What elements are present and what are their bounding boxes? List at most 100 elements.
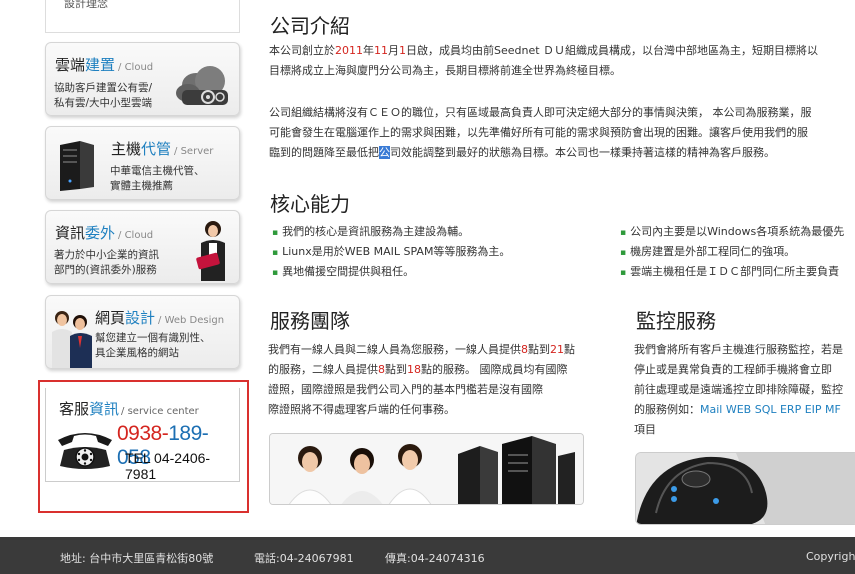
card-desc: 著力於中小企業的資訊 部門的(資訊委外)服務 [54,248,159,278]
text: 點 [564,343,575,356]
footer: 地址: 台中市大里區青松街80號 電話:04-24067981 傳真:04-24… [0,537,855,574]
card-title: 資訊委外 / Cloud [55,222,153,243]
text: 月 [388,44,399,57]
card-title-en: / Server [174,146,214,157]
num: 18 [407,363,421,376]
core-left-item: 異地備援空間提供與租任。 [272,263,414,279]
card-title: 主機代管 / Server [111,138,213,159]
businesswoman-icon [196,221,225,281]
about-p1-line1: 本公司創立於2011年11月1日啟，成員均由前Seednet ＤＵ組織成員構成，… [269,41,818,61]
num-day: 1 [399,44,406,57]
team-line4: 際證照將不得處理客戶端的任何事務。 [268,403,455,416]
sidebar-card-cloud-build[interactable]: 雲端建置 / Cloud 協助客戶建置公有雲/ 私有雲/大中小型雲端 [45,42,240,116]
text: 的服務，二線人員提供 [268,363,378,376]
text: 年 [363,44,374,57]
card-title: 網頁設計 / Web Design [95,307,224,328]
team-photo-graphic [270,434,583,504]
card-desc: 中華電信主機代管、 實體主機推薦 [110,164,205,194]
mouse-photo [635,452,855,525]
footer-fax: 傳真:04-24074316 [385,552,485,565]
footer-address: 地址: 台中市大里區青松街80號 [60,552,214,565]
sidebar-item-design-concept[interactable]: 設計理念 [64,0,108,11]
text: 司效能調整到最好的狀態為目標。本公司也一樣秉持著這樣的精神為客戶服務。 [390,146,775,159]
page: 設計理念 雲端建置/ Cloud 協助客戶建置公有雲/ 私有雲/大中小型雲端 [0,0,855,574]
services-list: Mail WEB SQL ERP EIP MF [700,403,841,416]
card-title-a: 資訊 [55,224,86,242]
card-title-en: / Cloud [118,62,154,73]
monitor-line5: 項目 [634,423,656,436]
card-title: 雲端建置 / Cloud [55,54,153,75]
service-center-box: 客服資訊 / service center 0938-189-058 TEL 04… [45,388,240,482]
selected-text: 公 [379,146,390,159]
card-desc-line2: 實體主機推薦 [110,180,173,192]
core-right-item: 公司內主要是以Windows各項系統為最優先 [620,223,844,239]
team-line1: 我們有一線人員與二線人員為您服務，一線人員提供8點到21點 [268,340,575,360]
core-right-item: 機房建置是外部工程同仁的強項。 [620,243,795,259]
text: 本公司創立於 [269,44,335,57]
text: 點的服務。 國際成員均有國際 [421,363,568,376]
service-title-en: / service center [121,406,199,417]
sidebar-card-web-design[interactable]: 網頁設計 / Web Design 幫您建立一個有識別性、 具企業風格的網站 [45,295,240,369]
card-title-a: 主機 [111,140,142,158]
monitor-heading: 監控服務 [636,309,716,333]
card-desc-line1: 著力於中小企業的資訊 [54,249,159,261]
num: 8 [378,363,385,376]
service-tel[interactable]: TEL 04-2406-7981 [125,450,239,482]
num: 21 [550,343,564,356]
team-heading: 服務團隊 [270,309,350,333]
about-paragraph-1: 本公司創立於2011年11月1日啟，成員均由前Seednet ＤＵ組織成員構成，… [269,41,818,81]
core-right-item: 雲端主機租任是ＩＤＣ部門同仁所主要負責 [620,263,839,279]
card-title-en: / Web Design [158,315,225,326]
service-title: 客服資訊 / service center [59,398,199,419]
monitor-line1: 我們會將所有客戶主機進行服務監控，若是 [634,343,843,356]
text: 日啟，成員均由前Seednet ＤＵ組織成員構成，以台灣中部地區為主，短期目標將… [406,44,819,57]
about-p2-line2: 可能會發生在電腦運作上的需求與困難，以先準備好所有可能的需求與預防會出現的困難。… [269,126,808,139]
team-line3: 證照，國際證照是我們公司入門的基本門檻若是沒有國際 [268,383,543,396]
core-left-item: 我們的核心是資訊服務為主建設為輔。 [272,223,469,239]
about-p2-line3: 臨到的問題降至最低把公司效能調整到最好的狀態為目標。本公司也一樣秉持著這樣的精神… [269,143,812,163]
monitor-line3: 前往處理或是遠端遙控立即排除障礙，監控 [634,383,843,396]
phone-part-a: 0938- [117,422,169,445]
card-title-b: 設計 [125,309,156,327]
card-title-en: / Cloud [118,230,154,241]
card-desc-line1: 幫您建立一個有識別性、 [95,332,211,344]
text: 的服務例如： [634,403,700,416]
team-people-icon [52,311,92,368]
team-paragraph: 我們有一線人員與二線人員為您服務，一線人員提供8點到21點 的服務，二線人員提供… [268,340,575,420]
service-title-a: 客服 [59,400,90,418]
team-line2: 的服務，二線人員提供8點到18點的服務。 國際成員均有國際 [268,360,575,380]
card-desc-line2: 私有雲/大中小型雲端 [54,97,153,109]
text: 點到 [385,363,407,376]
card-title-a: 網頁 [95,309,126,327]
sidebar-card-server-hosting[interactable]: 主機代管 / Server 中華電信主機代管、 實體主機推薦 [45,126,240,200]
about-heading: 公司介紹 [270,14,350,38]
sidebar-card-it-outsourcing[interactable]: 資訊委外 / Cloud 著力於中小企業的資訊 部門的(資訊委外)服務 [45,210,240,284]
about-p1-line2: 目標將成立上海與廈門分公司為主，長期目標將前進全世界為終極目標。 [269,64,621,77]
cloud-server-icon [176,66,228,105]
card-desc-line1: 協助客戶建置公有雲/ [54,82,153,94]
service-title-b: 資訊 [89,400,120,418]
card-title-a: 雲端 [55,56,86,74]
footer-copyright: Copyrigh [806,550,855,563]
text: 臨到的問題降至最低把 [269,146,379,159]
about-p2-line1: 公司組織結構將沒有ＣＥＯ的職位，只有區域最高負責人即可決定絕大部分的事情與決策，… [269,106,812,119]
card-title-b: 代管 [141,140,172,158]
footer-phone: 電話:04-24067981 [254,552,354,565]
card-desc-line1: 中華電信主機代管、 [110,165,205,177]
monitor-line2: 停止或是異常負責的工程師手機將會立即 [634,363,832,376]
num-year: 2011 [335,44,363,57]
card-title-b: 委外 [85,224,116,242]
text: 點到 [528,343,550,356]
card-desc-line2: 具企業風格的網站 [95,347,179,359]
sidebar-menu-bottom: 設計理念 [45,0,240,33]
num-month: 11 [374,44,388,57]
core-heading: 核心能力 [270,192,350,216]
mouse-photo-graphic [636,453,855,524]
server-tower-icon [60,141,94,191]
card-desc-line2: 部門的(資訊委外)服務 [54,264,157,276]
text: 我們有一線人員與二線人員為您服務，一線人員提供 [268,343,521,356]
num: 8 [521,343,528,356]
about-paragraph-2: 公司組織結構將沒有ＣＥＯ的職位，只有區域最高負責人即可決定絕大部分的事情與決策，… [269,103,812,163]
monitor-line4: 的服務例如：Mail WEB SQL ERP EIP MF [634,400,843,420]
card-desc: 幫您建立一個有識別性、 具企業風格的網站 [95,331,211,361]
